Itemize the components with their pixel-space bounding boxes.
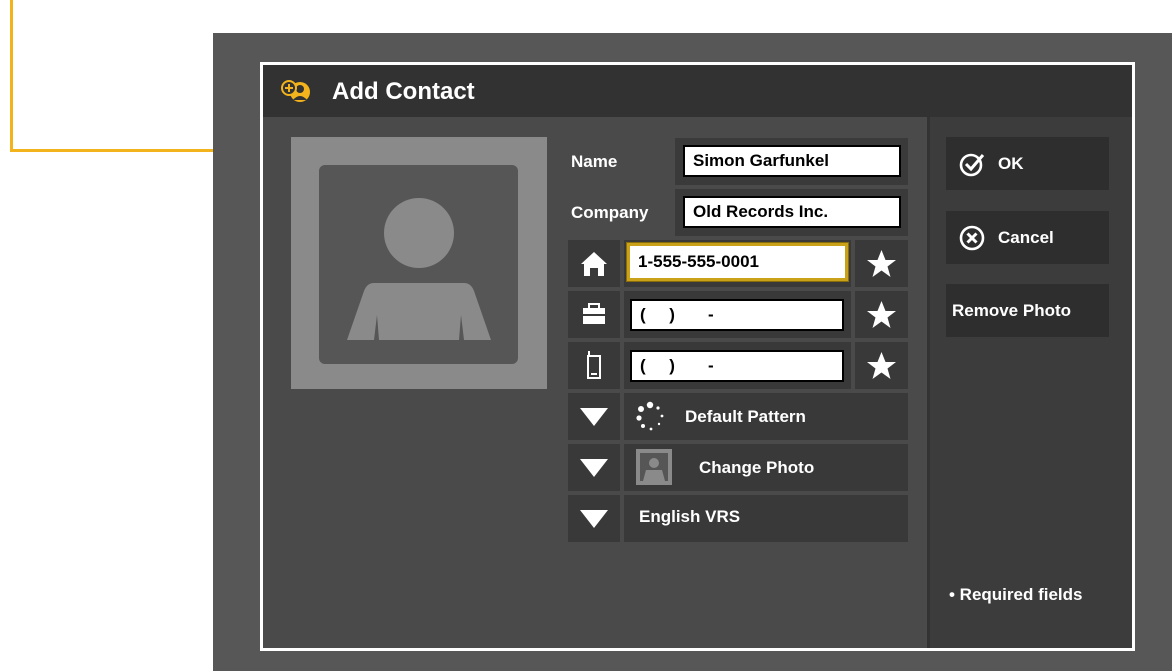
contact-photo xyxy=(291,137,547,389)
flasher-pattern-icon xyxy=(636,401,664,431)
star-icon xyxy=(867,352,896,379)
dialog-titlebar: Add Contact xyxy=(263,65,1132,117)
star-icon xyxy=(867,250,896,277)
callout-line-vertical xyxy=(10,0,13,152)
change-photo-label: Change Photo xyxy=(699,458,815,477)
chevron-down-icon xyxy=(580,459,608,477)
ring-pattern-select[interactable]: Default Pattern xyxy=(624,393,908,440)
close-circle-icon xyxy=(959,225,985,251)
photo-placeholder xyxy=(319,165,518,364)
required-fields-note: • Required fields xyxy=(949,585,1083,604)
ok-label: OK xyxy=(998,154,1024,173)
cancel-label: Cancel xyxy=(998,228,1054,247)
mobile-favorite-button[interactable] xyxy=(855,342,908,389)
house-icon xyxy=(581,252,607,276)
page-background xyxy=(0,0,1172,10)
work-phone-type xyxy=(568,291,620,338)
cancel-button[interactable]: Cancel xyxy=(946,211,1109,264)
name-input[interactable]: Simon Garfunkel xyxy=(683,145,901,177)
chevron-down-icon xyxy=(580,408,608,426)
ok-button[interactable]: OK xyxy=(946,137,1109,190)
ring-pattern-value: Default Pattern xyxy=(685,407,806,426)
photo-dropdown-toggle[interactable] xyxy=(568,444,620,491)
ring-pattern-dropdown-toggle[interactable] xyxy=(568,393,620,440)
company-input[interactable]: Old Records Inc. xyxy=(683,196,901,228)
name-label: Name xyxy=(571,152,618,171)
remove-photo-button[interactable]: Remove Photo xyxy=(946,284,1109,337)
work-favorite-button[interactable] xyxy=(855,291,908,338)
language-dropdown-toggle[interactable] xyxy=(568,495,620,542)
remove-photo-label: Remove Photo xyxy=(952,301,1072,320)
home-phone-type xyxy=(568,240,620,287)
person-silhouette-icon xyxy=(347,198,491,340)
company-label: Company xyxy=(571,203,649,222)
star-icon xyxy=(867,301,896,328)
mobile-phone-type xyxy=(568,342,620,389)
action-panel xyxy=(927,117,1132,648)
dialog-title: Add Contact xyxy=(332,78,475,105)
work-phone-input[interactable]: ( ) - xyxy=(630,299,844,331)
mobile-phone-icon xyxy=(587,351,601,379)
change-photo-select[interactable]: Change Photo xyxy=(624,444,908,491)
panel-divider xyxy=(927,117,930,648)
home-phone-input[interactable]: 1-555-555-0001 xyxy=(626,242,849,282)
photo-thumbnail-icon xyxy=(636,449,672,485)
mobile-phone-input[interactable]: ( ) - xyxy=(630,350,844,382)
add-contact-dialog: Add Contact Name Simon Garfunkel Company… xyxy=(260,62,1135,651)
language-select[interactable]: English VRS xyxy=(624,495,908,542)
language-value: English VRS xyxy=(639,507,741,526)
add-contact-icon xyxy=(281,80,310,102)
checkmark-circle-icon xyxy=(959,153,985,177)
home-favorite-button[interactable] xyxy=(855,240,908,287)
briefcase-icon xyxy=(583,303,605,324)
chevron-down-icon xyxy=(580,510,608,528)
